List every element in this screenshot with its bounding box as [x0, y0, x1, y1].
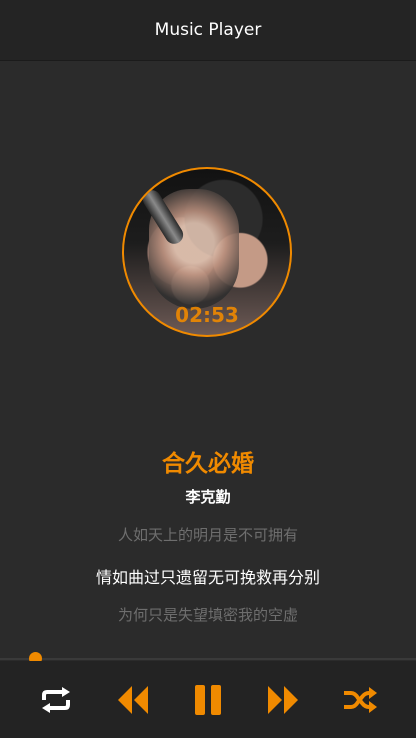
- lyric-previous-line: 人如天上的明月是不可拥有: [117, 526, 298, 544]
- song-title: 合久必婚: [162, 451, 254, 477]
- artist-name: 李克勤: [185, 488, 231, 506]
- fast-forward-icon: [268, 686, 298, 714]
- pause-icon: [195, 685, 221, 715]
- app-header: Music Player: [0, 0, 416, 61]
- next-button[interactable]: [263, 684, 303, 716]
- lyric-current-line: 情如曲过只遗留无可挽救再分别: [95, 568, 320, 587]
- playback-controls: [0, 661, 416, 738]
- pause-button[interactable]: [188, 684, 228, 716]
- previous-button[interactable]: [113, 684, 153, 716]
- progress-bar[interactable]: [0, 652, 416, 665]
- shuffle-icon: [344, 687, 377, 713]
- app-title: Music Player: [154, 20, 262, 40]
- album-art[interactable]: 02:53: [122, 167, 292, 337]
- rewind-icon: [118, 686, 148, 714]
- lyric-next-line: 为何只是失望填密我的空虚: [117, 606, 298, 624]
- repeat-button[interactable]: [36, 684, 76, 716]
- repeat-icon: [42, 687, 70, 713]
- elapsed-time: 02:53: [175, 303, 239, 327]
- shuffle-button[interactable]: [340, 684, 380, 716]
